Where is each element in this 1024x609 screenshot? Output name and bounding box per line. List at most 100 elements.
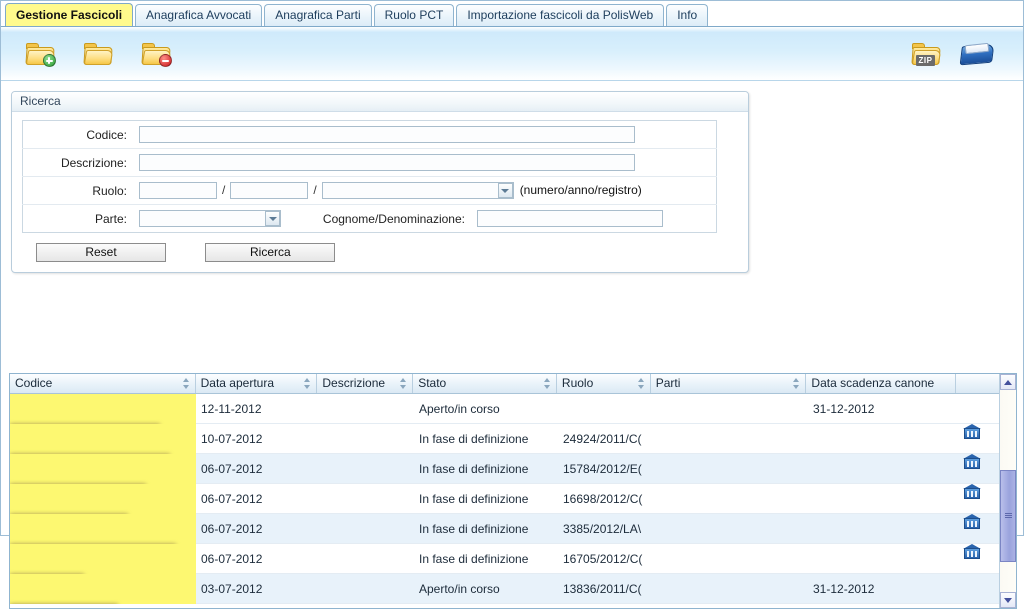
cell-codice — [10, 394, 196, 424]
parte-select[interactable] — [139, 210, 281, 227]
parte-input[interactable] — [139, 210, 281, 227]
scroll-down-button[interactable] — [1000, 592, 1016, 608]
cell-scadenza: 31-12-2012 — [813, 581, 875, 596]
cell-scadenza — [808, 424, 958, 454]
application-window: Gestione Fascicoli Anagrafica Avvocati A… — [0, 0, 1024, 609]
table-row[interactable]: 10-07-2012 In fase di definizione 24924/… — [10, 423, 1016, 454]
cell-ruolo: 3385/2012/LA\ — [563, 521, 642, 536]
cell-parti — [652, 514, 808, 544]
sort-icon[interactable] — [637, 378, 645, 389]
table-row[interactable]: 06-07-2012 In fase di definizione 3385/2… — [10, 513, 1016, 544]
cell-action[interactable] — [958, 423, 1001, 454]
toolbar-left-group — [1, 39, 172, 69]
column-header-ruolo[interactable]: Ruolo — [557, 374, 651, 393]
sort-icon[interactable] — [182, 378, 190, 389]
search-fields-table: Codice: Descrizione: Ruolo: / / (numero/… — [22, 120, 717, 233]
parte-field-cell — [135, 205, 293, 233]
tab-bar: Gestione Fascicoli Anagrafica Avvocati A… — [1, 1, 1023, 27]
table-row[interactable]: 03-07-2012 Aperto/in corso 13836/2011/C(… — [10, 573, 1016, 604]
column-header-data-scadenza-canone[interactable]: Data scadenza canone — [806, 374, 957, 393]
cognome-input[interactable] — [477, 210, 663, 227]
cell-descrizione — [318, 544, 414, 574]
tab-info[interactable]: Info — [666, 4, 709, 26]
reset-button[interactable]: Reset — [36, 243, 166, 262]
tab-gestione-fascicoli[interactable]: Gestione Fascicoli — [5, 3, 134, 26]
tab-importazione-polisweb[interactable]: Importazione fascicoli da PolisWeb — [456, 4, 665, 26]
codice-label: Codice: — [22, 120, 135, 149]
ruolo-anno-input[interactable] — [230, 181, 309, 199]
delete-fascicolo-button[interactable] — [139, 39, 172, 69]
tab-anagrafica-parti[interactable]: Anagrafica Parti — [264, 4, 372, 26]
column-header-label: Data scadenza canone — [811, 376, 935, 390]
open-fascicolo-button[interactable] — [81, 39, 113, 69]
cell-scadenza — [808, 484, 958, 514]
column-header-stato[interactable]: Stato — [413, 374, 557, 393]
ruolo-separator-1: / — [222, 183, 226, 198]
folder-delete-icon — [140, 43, 172, 67]
cell-descrizione — [318, 574, 414, 604]
help-button[interactable] — [959, 39, 995, 69]
descrizione-input[interactable] — [139, 154, 635, 171]
table-row[interactable]: 06-07-2012 In fase di definizione 16705/… — [10, 543, 1016, 574]
folder-open-icon — [82, 43, 113, 65]
ricerca-button[interactable]: Ricerca — [205, 243, 336, 262]
cell-data-apertura: 03-07-2012 — [201, 581, 263, 596]
sort-icon[interactable] — [304, 378, 311, 389]
tab-label: Gestione Fascicoli — [16, 8, 123, 22]
column-header-label: Parti — [655, 376, 681, 390]
cell-action[interactable] — [958, 513, 1001, 544]
export-zip-button[interactable]: ZIP — [909, 39, 941, 69]
sort-icon[interactable] — [400, 378, 407, 389]
ruolo-numero-input[interactable] — [139, 181, 217, 199]
cell-action[interactable] — [958, 453, 1001, 484]
ruolo-label: Ruolo: — [22, 176, 135, 205]
ruolo-registro-select[interactable] — [321, 182, 514, 200]
cell-ruolo — [558, 394, 652, 424]
cell-parti — [652, 544, 808, 574]
folder-zip-icon: ZIP — [910, 43, 941, 66]
cell-codice — [10, 543, 196, 574]
cell-data-apertura: 10-07-2012 — [201, 431, 263, 446]
cell-stato: Aperto/in corso — [419, 401, 500, 416]
grid-body: 12-11-2012 Aperto/in corso 31-12-2012 10… — [10, 394, 1016, 608]
sort-icon[interactable] — [793, 378, 800, 389]
table-row[interactable]: 12-11-2012 Aperto/in corso 31-12-2012 — [10, 394, 1016, 424]
column-header-data-apertura[interactable]: Data apertura — [196, 374, 318, 393]
cell-ruolo: 15784/2012/E( — [563, 461, 642, 476]
grid-header-row: Codice Data apertura Descrizione Stato R… — [10, 374, 1016, 394]
scroll-up-button[interactable] — [1000, 374, 1016, 390]
tab-label: Ruolo PCT — [384, 8, 444, 22]
cell-ruolo: 16698/2012/C( — [563, 491, 643, 506]
search-buttons-row: Reset Ricerca — [22, 233, 738, 262]
cell-stato: In fase di definizione — [419, 551, 529, 566]
cell-action[interactable] — [958, 543, 1001, 574]
chevron-down-icon[interactable] — [265, 211, 280, 226]
table-row[interactable]: 06-07-2012 In fase di definizione 15784/… — [10, 453, 1016, 484]
grid-vertical-scrollbar[interactable] — [999, 374, 1016, 608]
zip-tag-label: ZIP — [915, 55, 936, 66]
tab-label: Anagrafica Parti — [275, 8, 361, 22]
cell-codice — [10, 573, 196, 604]
column-header-label: Stato — [418, 376, 447, 390]
cell-stato: In fase di definizione — [419, 491, 529, 506]
scrollbar-thumb[interactable] — [1000, 470, 1016, 562]
cell-stato: In fase di definizione — [419, 431, 529, 446]
column-header-codice[interactable]: Codice — [10, 374, 196, 393]
codice-input[interactable] — [139, 126, 635, 143]
codice-field-cell — [135, 120, 717, 149]
chevron-down-icon[interactable] — [497, 183, 513, 199]
column-header-descrizione[interactable]: Descrizione — [317, 374, 414, 393]
cell-descrizione — [318, 424, 414, 454]
sort-icon[interactable] — [543, 378, 551, 389]
tab-anagrafica-avvocati[interactable]: Anagrafica Avvocati — [135, 4, 263, 26]
table-row[interactable]: 06-07-2012 In fase di definizione 16698/… — [10, 483, 1016, 514]
cell-action[interactable] — [958, 483, 1001, 514]
cell-scadenza: 31-12-2012 — [813, 401, 875, 416]
new-fascicolo-button[interactable] — [23, 39, 56, 69]
descrizione-label: Descrizione: — [22, 148, 135, 177]
cell-parti — [652, 454, 808, 484]
cell-data-apertura: 06-07-2012 — [201, 461, 263, 476]
ruolo-registro-input[interactable] — [321, 182, 514, 200]
column-header-parti[interactable]: Parti — [651, 374, 807, 393]
tab-ruolo-pct[interactable]: Ruolo PCT — [373, 4, 455, 26]
